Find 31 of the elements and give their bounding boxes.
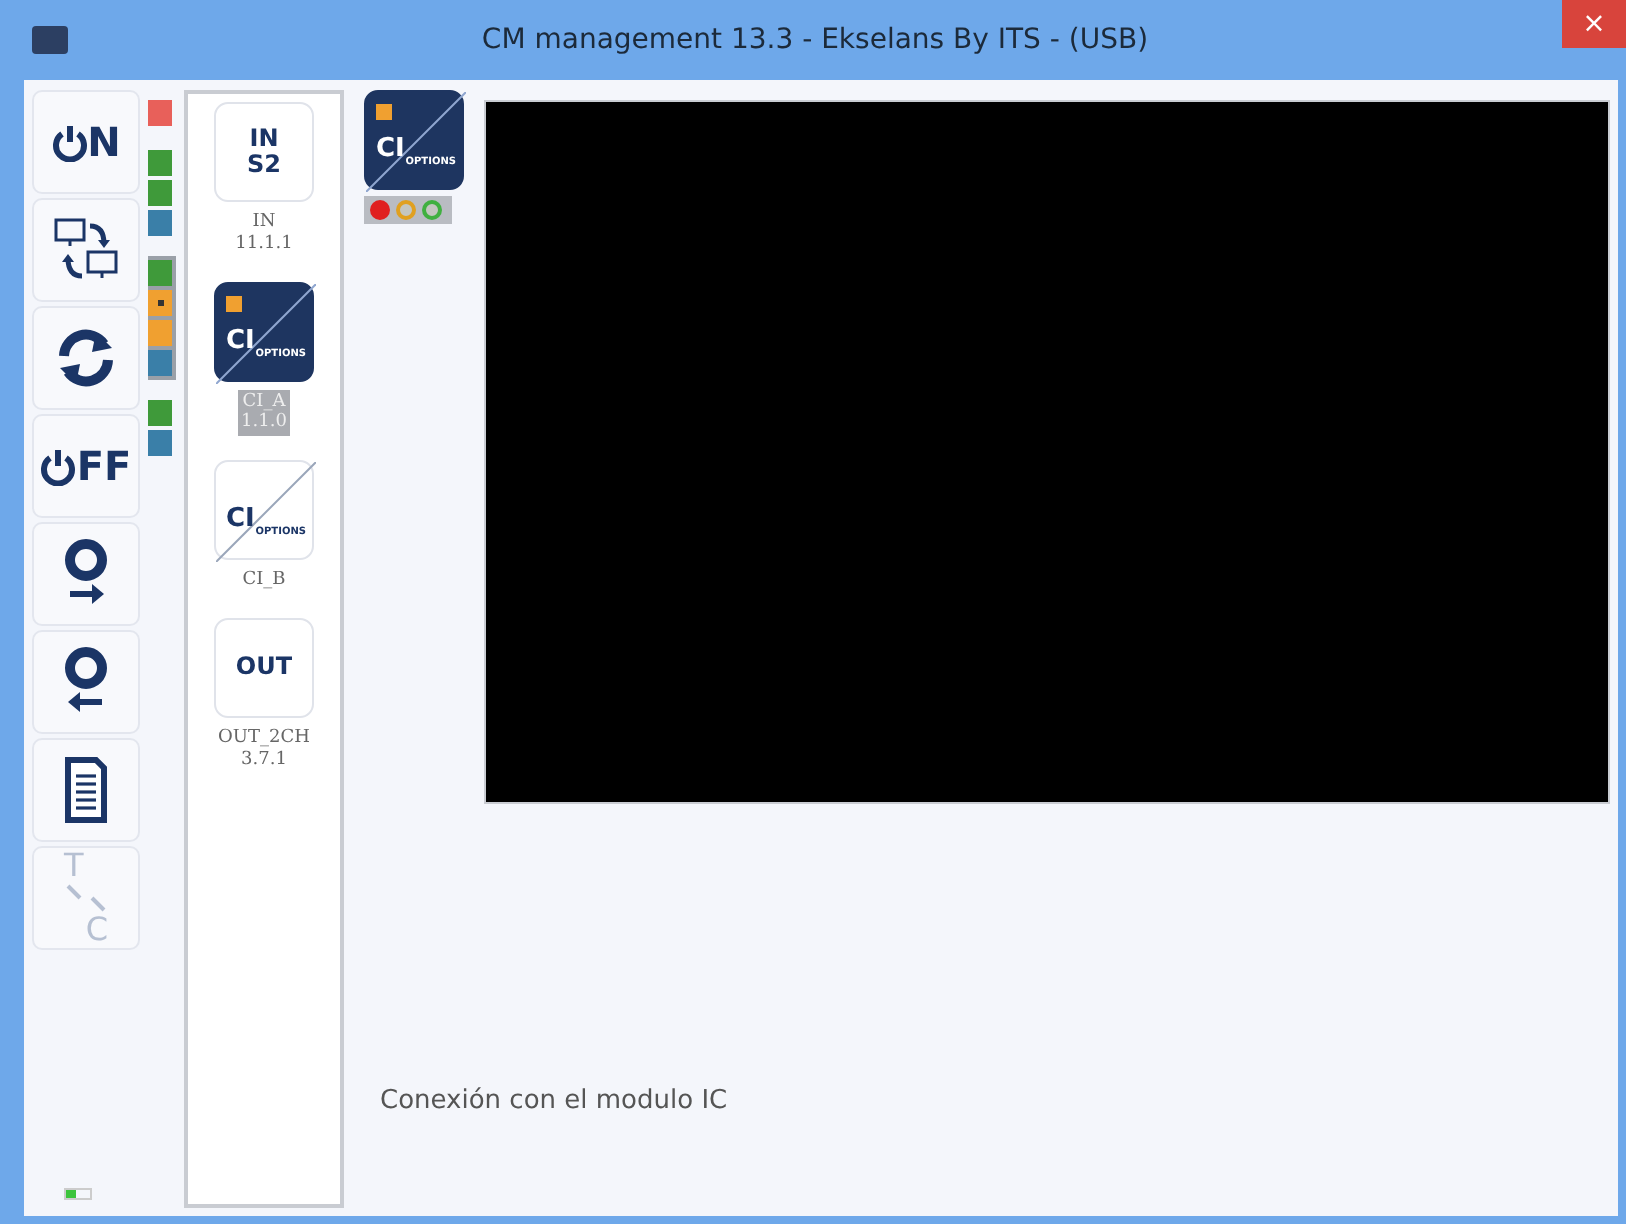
battery-icon (64, 1188, 92, 1200)
status-text: Conexión con el modulo IC (378, 1083, 730, 1119)
close-button[interactable]: × (1562, 0, 1626, 48)
disc-arrow-right-icon (62, 538, 110, 610)
module-tile[interactable]: IN S2 (214, 102, 314, 202)
module-caption: IN 11.1.1 (233, 210, 295, 258)
power-icon (51, 122, 88, 162)
app-icon (32, 26, 68, 54)
module-flag-icon (226, 295, 242, 312)
module-caption: CI_B (240, 568, 288, 594)
disc-arrow-left-icon (62, 646, 110, 718)
swap-monitors-icon (52, 216, 120, 284)
module-caption: OUT_2CH 3.7.1 (216, 725, 312, 774)
off-button[interactable]: FF (32, 414, 140, 518)
document-icon (62, 756, 110, 824)
module-caption: CI_A 1.1.0 (237, 389, 291, 437)
power-icon (40, 446, 77, 486)
document-button[interactable] (32, 738, 140, 842)
indicator-group[interactable] (148, 396, 176, 460)
module-flag-icon (376, 104, 392, 120)
refresh-button[interactable] (32, 306, 140, 410)
diagonal-line (366, 92, 466, 192)
on-button[interactable]: N (32, 90, 140, 194)
diagonal-line (216, 462, 316, 563)
module-tile[interactable]: OUT (214, 617, 314, 718)
window-title: CM management 13.3 - Ekselans By ITS - (USB) (479, 21, 1151, 59)
indicator-group[interactable] (148, 146, 176, 240)
disk-out-button[interactable] (32, 522, 140, 626)
swap-button[interactable] (32, 198, 140, 302)
diagonal-line (216, 283, 316, 384)
disk-in-button[interactable] (32, 630, 140, 734)
